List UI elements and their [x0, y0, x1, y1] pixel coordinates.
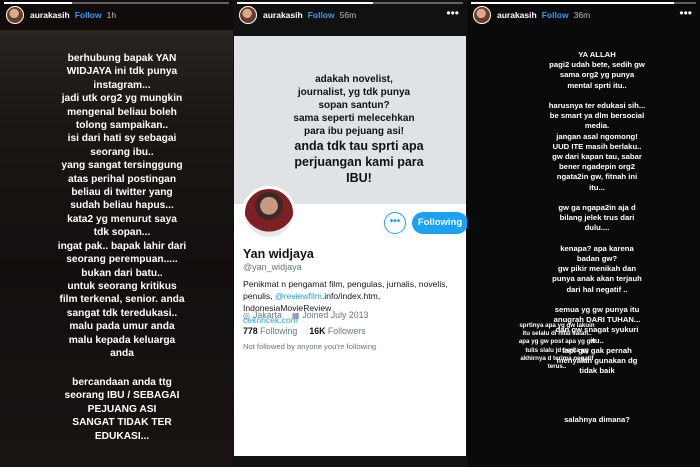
joined-date: Joined July 2013: [302, 310, 369, 320]
more-horizontal-icon[interactable]: •••: [679, 7, 692, 19]
banner-quote-small: adakah novelist, journalist, yg tdk puny…: [293, 74, 415, 137]
story-progress-fill: [471, 2, 674, 4]
story-time: 36m: [573, 10, 591, 20]
calendar-icon: ▦: [291, 311, 300, 320]
bio-link[interactable]: @reviewfilm: [275, 291, 322, 301]
followers-label: Followers: [327, 326, 366, 336]
follow-link[interactable]: Follow: [308, 10, 335, 20]
followers-count: 16K: [309, 326, 326, 336]
following-label: Following: [260, 326, 298, 336]
story-panel-1[interactable]: aurakasih Follow 1h berhubung bapak YAN …: [0, 0, 233, 467]
story-time: 56m: [339, 10, 357, 20]
story-header: aurakasih Follow 1h: [0, 0, 233, 30]
story-progress-fill: [4, 2, 72, 4]
profile-banner: adakah novelist, journalist, yg tdk puny…: [234, 36, 466, 204]
profile-meta: ◎ Jakarta ▦ Joined July 2013: [243, 310, 465, 320]
story-time: 1h: [106, 10, 117, 20]
location: Jakarta: [252, 310, 282, 320]
following-button[interactable]: Following: [412, 212, 467, 234]
story-progress-bar: [237, 2, 463, 4]
username[interactable]: aurakasih: [30, 10, 70, 20]
bio-line-1: Penikmat n pengamat film, pengulas, jurn…: [243, 279, 448, 289]
story-text-small: sprtinya apa yg gw lakuin itu selalu di …: [518, 322, 596, 371]
location-icon: ◎: [243, 311, 250, 320]
following-count: 778: [243, 326, 258, 336]
story-header: aurakasih Follow 56m •••: [233, 0, 467, 30]
story-text-main: berhubung bapak YAN WIDJAYA ini tdk puny…: [57, 53, 187, 359]
story-panel-3[interactable]: aurakasih Follow 36m ••• YA ALLAH pagi2 …: [467, 0, 700, 467]
joined-item: ▦ Joined July 2013: [292, 310, 369, 320]
username[interactable]: aurakasih: [263, 10, 303, 20]
twitter-profile-screenshot: adakah novelist, journalist, yg tdk puny…: [234, 36, 467, 456]
profile-name: Yan widjaya: [243, 247, 314, 261]
follow-link[interactable]: Follow: [75, 10, 102, 20]
following-stat[interactable]: 778 Following: [243, 326, 297, 336]
location-item: ◎ Jakarta: [243, 310, 282, 320]
followers-stat[interactable]: 16K Followers: [309, 326, 365, 336]
more-horizontal-icon[interactable]: •••: [446, 7, 459, 19]
story-text-bottom: bercandaan anda ttg seorang IBU / SEBAGA…: [64, 377, 180, 442]
profile-handle: @yan_widjaya: [243, 262, 302, 272]
story-header: aurakasih Follow 36m •••: [467, 0, 700, 30]
follow-link[interactable]: Follow: [542, 10, 569, 20]
username[interactable]: aurakasih: [497, 10, 537, 20]
avatar[interactable]: [473, 6, 491, 24]
banner-quote-big: anda tdk tau sprti apa perjuangan kami p…: [294, 139, 424, 185]
not-followed-note: Not followed by anyone you're following: [243, 342, 377, 351]
story-progress-fill: [237, 2, 373, 4]
story-progress-bar: [471, 2, 696, 4]
profile-stats: 778 Following 16K Followers: [243, 326, 366, 336]
profile-picture: [242, 186, 296, 240]
profile-more-button[interactable]: •••: [384, 212, 406, 234]
avatar[interactable]: [239, 6, 257, 24]
bio-text: penulis,: [243, 291, 276, 301]
story-progress-bar: [4, 2, 229, 4]
story-text-end: salahnya dimana?: [564, 415, 630, 424]
story-panel-2[interactable]: aurakasih Follow 56m ••• adakah novelist…: [233, 0, 467, 467]
avatar[interactable]: [6, 6, 24, 24]
